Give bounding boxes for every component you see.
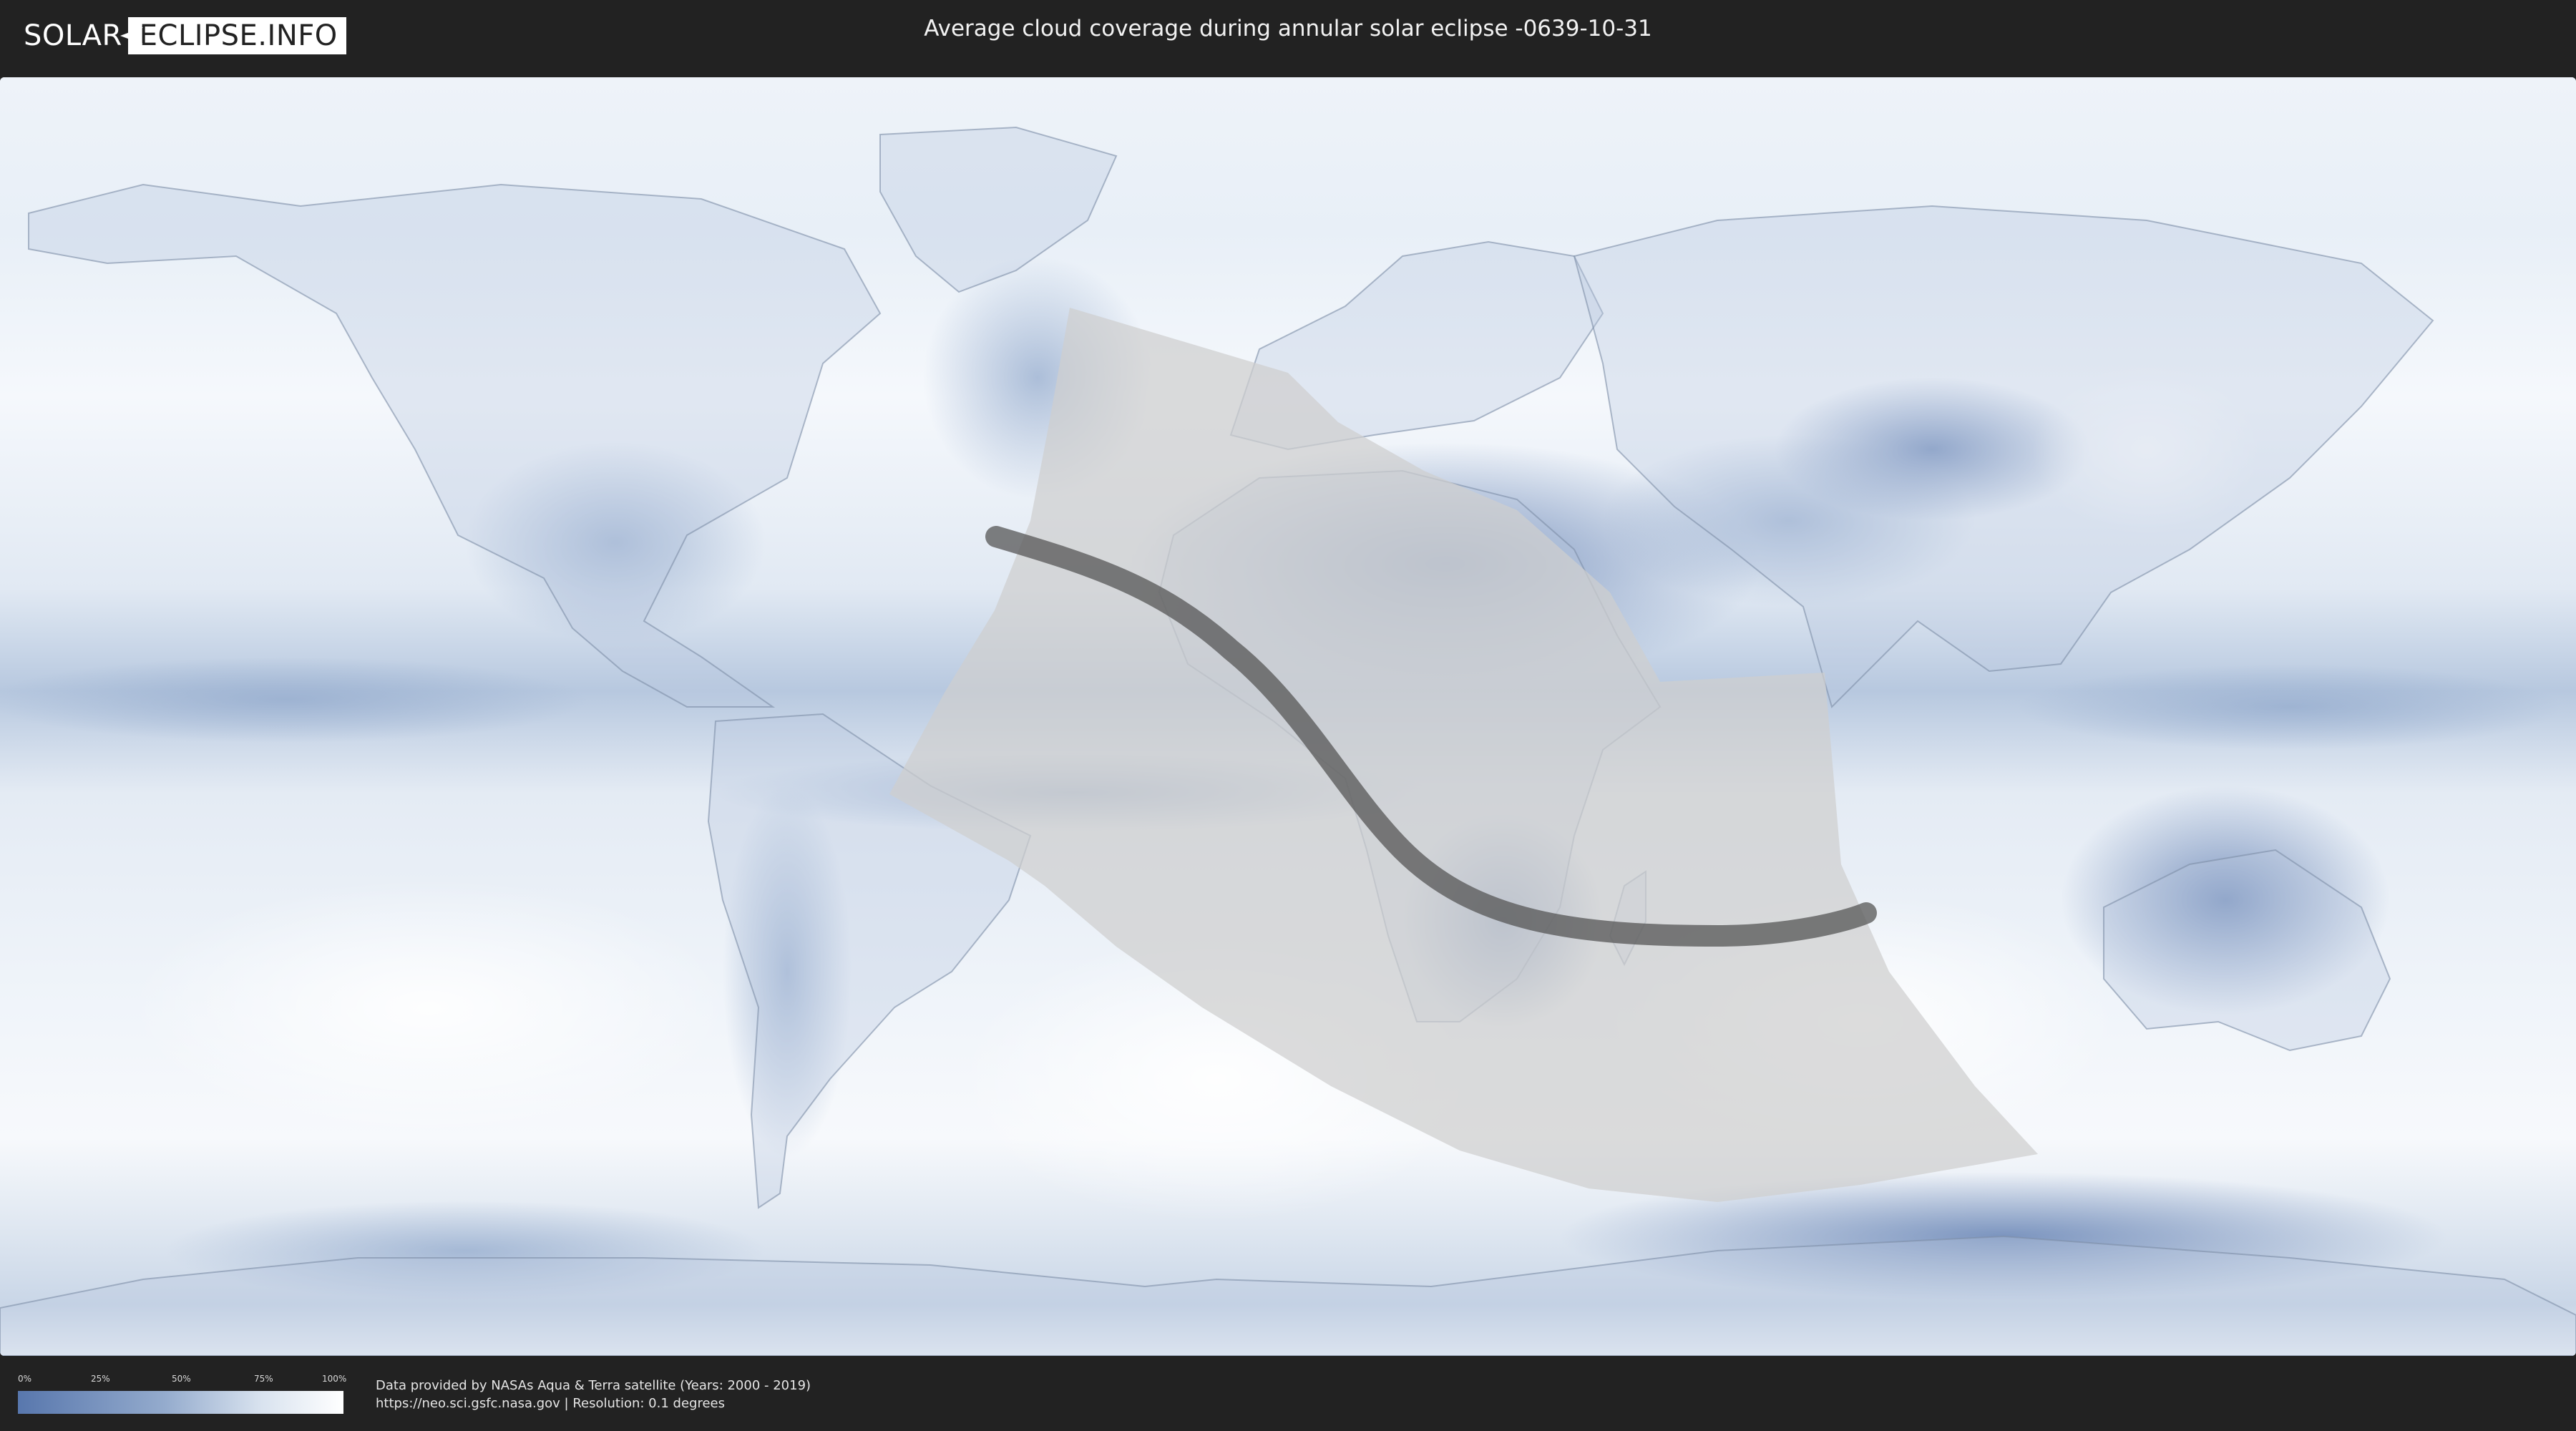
cloud-coverage-map[interactable] [0, 77, 2576, 1356]
page-title: Average cloud coverage during annular so… [924, 16, 1652, 41]
footer [0, 1356, 2576, 1431]
legend-color-bar [18, 1391, 343, 1414]
header: SOLAR ECLIPSE.INFO Average cloud coverag… [0, 0, 2576, 72]
legend-tick-100: 100% [322, 1374, 347, 1384]
world-map-svg [0, 77, 2576, 1356]
legend-tick-25: 25% [91, 1374, 110, 1384]
cloud-coverage-legend: 0% 25% 50% 75% 100% [18, 1374, 347, 1414]
legend-tick-75: 75% [254, 1374, 273, 1384]
legend-tick-50: 50% [172, 1374, 191, 1384]
data-source-link[interactable]: https://neo.sci.gsfc.nasa.gov | Resoluti… [376, 1396, 725, 1411]
data-credit: Data provided by NASAs Aqua & Terra sate… [376, 1378, 811, 1393]
legend-tick-0: 0% [18, 1374, 32, 1384]
